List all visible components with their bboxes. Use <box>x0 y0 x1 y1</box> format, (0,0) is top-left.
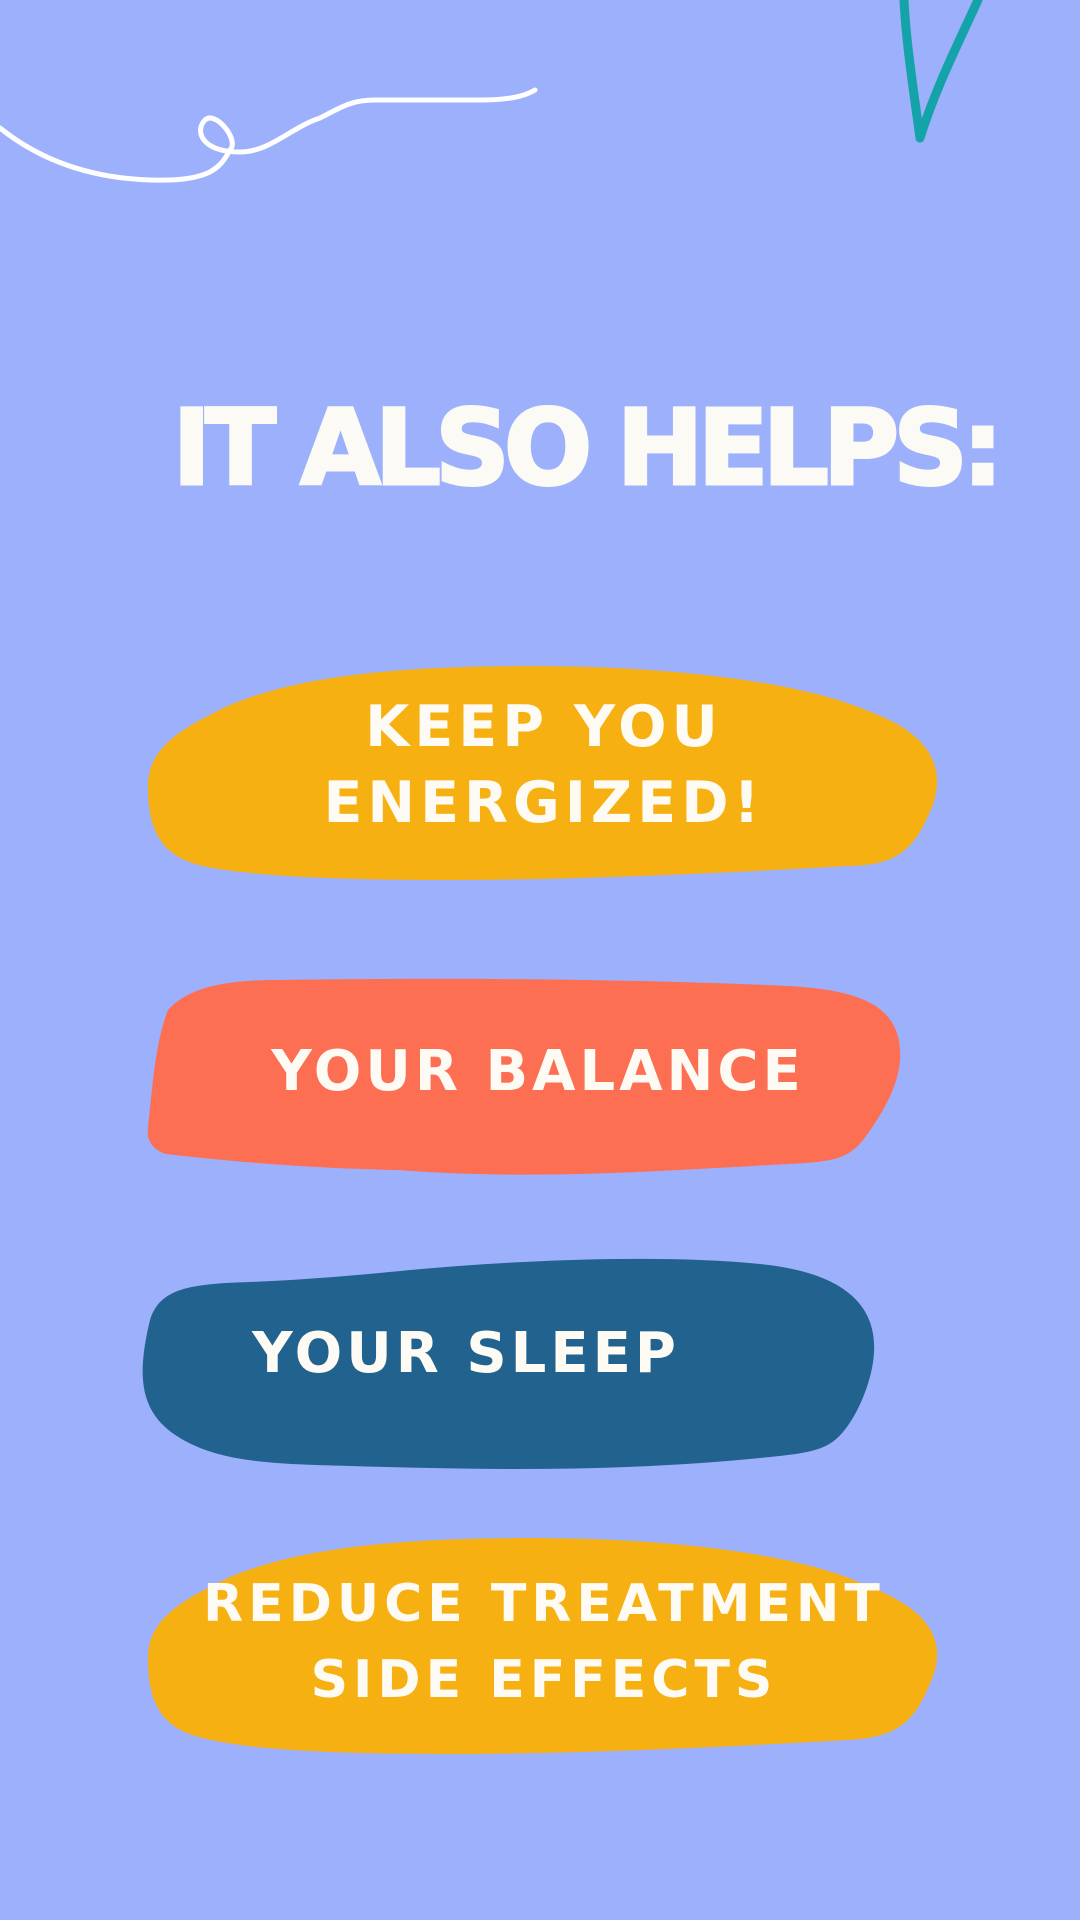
benefit-label: YOUR BALANCE <box>271 1039 805 1104</box>
benefit-label: KEEP YOU ENERGIZED! <box>323 694 765 836</box>
benefit-sleep: YOUR SLEEP <box>140 1258 882 1469</box>
benefit-side-effects: REDUCE TREATMENT SIDE EFFECTS <box>148 1538 940 1754</box>
benefit-label: YOUR SLEEP <box>252 1321 680 1386</box>
benefit-balance: YOUR BALANCE <box>147 978 902 1175</box>
teal-v-doodle <box>899 0 983 143</box>
benefit-label: REDUCE TREATMENT SIDE EFFECTS <box>203 1574 885 1710</box>
swirl-line-doodle <box>0 87 538 183</box>
page-heading: IT ALSO HELPS: <box>171 387 1005 510</box>
benefit-energized: KEEP YOU ENERGIZED! <box>148 666 940 880</box>
